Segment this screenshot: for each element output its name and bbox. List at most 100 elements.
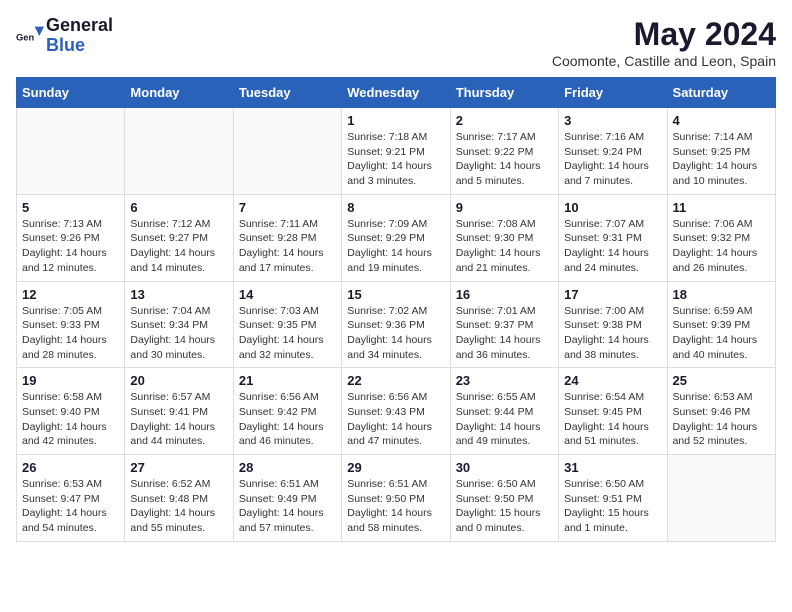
day-number: 10: [564, 200, 661, 215]
day-number: 28: [239, 460, 336, 475]
day-info: Sunrise: 7:05 AMSunset: 9:33 PMDaylight:…: [22, 304, 119, 363]
logo-icon: Gen: [16, 22, 44, 50]
day-info: Sunrise: 7:01 AMSunset: 9:37 PMDaylight:…: [456, 304, 553, 363]
day-number: 23: [456, 373, 553, 388]
day-number: 24: [564, 373, 661, 388]
day-cell: [233, 108, 341, 195]
logo-text: General Blue: [46, 16, 113, 56]
day-number: 18: [673, 287, 770, 302]
day-info: Sunrise: 6:53 AMSunset: 9:46 PMDaylight:…: [673, 390, 770, 449]
day-cell: 2Sunrise: 7:17 AMSunset: 9:22 PMDaylight…: [450, 108, 558, 195]
day-cell: 29Sunrise: 6:51 AMSunset: 9:50 PMDayligh…: [342, 455, 450, 542]
day-cell: [17, 108, 125, 195]
day-number: 25: [673, 373, 770, 388]
day-info: Sunrise: 7:02 AMSunset: 9:36 PMDaylight:…: [347, 304, 444, 363]
day-cell: 21Sunrise: 6:56 AMSunset: 9:42 PMDayligh…: [233, 368, 341, 455]
day-info: Sunrise: 7:03 AMSunset: 9:35 PMDaylight:…: [239, 304, 336, 363]
location-text: Coomonte, Castille and Leon, Spain: [552, 53, 776, 69]
day-number: 4: [673, 113, 770, 128]
calendar-body: 1Sunrise: 7:18 AMSunset: 9:21 PMDaylight…: [17, 108, 776, 542]
day-number: 21: [239, 373, 336, 388]
day-info: Sunrise: 6:50 AMSunset: 9:50 PMDaylight:…: [456, 477, 553, 536]
day-cell: 1Sunrise: 7:18 AMSunset: 9:21 PMDaylight…: [342, 108, 450, 195]
logo-blue-text: Blue: [46, 36, 113, 56]
day-cell: 3 Sunrise: 7:16 AMSunset: 9:24 PMDaylight…: [559, 108, 667, 195]
day-number: 7: [239, 200, 336, 215]
week-row-0: 1Sunrise: 7:18 AMSunset: 9:21 PMDaylight…: [17, 108, 776, 195]
day-cell: 9 Sunrise: 7:08 AMSunset: 9:30 PMDaylight…: [450, 194, 558, 281]
day-number: 16: [456, 287, 553, 302]
day-info: Sunrise: 6:51 AMSunset: 9:49 PMDaylight:…: [239, 477, 336, 536]
weekday-header-row: SundayMondayTuesdayWednesdayThursdayFrid…: [17, 78, 776, 108]
day-number: 9: [456, 200, 553, 215]
calendar-table: SundayMondayTuesdayWednesdayThursdayFrid…: [16, 77, 776, 542]
day-cell: 26 Sunrise: 6:53 AMSunset: 9:47 PMDayligh…: [17, 455, 125, 542]
day-number: 8: [347, 200, 444, 215]
day-number: 17: [564, 287, 661, 302]
week-row-2: 12 Sunrise: 7:05 AMSunset: 9:33 PMDayligh…: [17, 281, 776, 368]
day-info: Sunrise: 6:57 AMSunset: 9:41 PMDaylight:…: [130, 390, 227, 449]
day-number: 11: [673, 200, 770, 215]
weekday-header-thursday: Thursday: [450, 78, 558, 108]
title-area: May 2024 Coomonte, Castille and Leon, Sp…: [552, 16, 776, 69]
day-cell: 7 Sunrise: 7:11 AMSunset: 9:28 PMDaylight…: [233, 194, 341, 281]
day-info: Sunrise: 7:07 AMSunset: 9:31 PMDaylight:…: [564, 217, 661, 276]
day-info: Sunrise: 7:16 AMSunset: 9:24 PMDaylight:…: [564, 130, 661, 189]
day-cell: 15Sunrise: 7:02 AMSunset: 9:36 PMDayligh…: [342, 281, 450, 368]
header: Gen General Blue May 2024 Coomonte, Cast…: [16, 16, 776, 69]
day-number: 6: [130, 200, 227, 215]
day-cell: 24 Sunrise: 6:54 AMSunset: 9:45 PMDayligh…: [559, 368, 667, 455]
day-cell: 4 Sunrise: 7:14 AMSunset: 9:25 PMDaylight…: [667, 108, 775, 195]
day-cell: 14 Sunrise: 7:03 AMSunset: 9:35 PMDayligh…: [233, 281, 341, 368]
day-cell: 5 Sunrise: 7:13 AMSunset: 9:26 PMDaylight…: [17, 194, 125, 281]
month-title: May 2024: [552, 16, 776, 53]
svg-text:Gen: Gen: [16, 32, 34, 42]
day-cell: 8Sunrise: 7:09 AMSunset: 9:29 PMDaylight…: [342, 194, 450, 281]
day-cell: 23 Sunrise: 6:55 AMSunset: 9:44 PMDayligh…: [450, 368, 558, 455]
day-info: Sunrise: 6:50 AMSunset: 9:51 PMDaylight:…: [564, 477, 661, 536]
day-info: Sunrise: 7:11 AMSunset: 9:28 PMDaylight:…: [239, 217, 336, 276]
day-info: Sunrise: 6:55 AMSunset: 9:44 PMDaylight:…: [456, 390, 553, 449]
day-number: 26: [22, 460, 119, 475]
day-info: Sunrise: 6:58 AMSunset: 9:40 PMDaylight:…: [22, 390, 119, 449]
day-cell: 20 Sunrise: 6:57 AMSunset: 9:41 PMDayligh…: [125, 368, 233, 455]
logo-general-text: General: [46, 16, 113, 36]
day-cell: 12 Sunrise: 7:05 AMSunset: 9:33 PMDayligh…: [17, 281, 125, 368]
day-cell: 11 Sunrise: 7:06 AMSunset: 9:32 PMDayligh…: [667, 194, 775, 281]
day-info: Sunrise: 7:14 AMSunset: 9:25 PMDaylight:…: [673, 130, 770, 189]
day-cell: 31 Sunrise: 6:50 AMSunset: 9:51 PMDayligh…: [559, 455, 667, 542]
day-cell: 30 Sunrise: 6:50 AMSunset: 9:50 PMDayligh…: [450, 455, 558, 542]
day-info: Sunrise: 7:00 AMSunset: 9:38 PMDaylight:…: [564, 304, 661, 363]
day-cell: 18Sunrise: 6:59 AMSunset: 9:39 PMDayligh…: [667, 281, 775, 368]
day-cell: 10 Sunrise: 7:07 AMSunset: 9:31 PMDayligh…: [559, 194, 667, 281]
weekday-header-tuesday: Tuesday: [233, 78, 341, 108]
weekday-header-wednesday: Wednesday: [342, 78, 450, 108]
weekday-header-sunday: Sunday: [17, 78, 125, 108]
day-cell: [125, 108, 233, 195]
day-cell: 17 Sunrise: 7:00 AMSunset: 9:38 PMDayligh…: [559, 281, 667, 368]
week-row-4: 26 Sunrise: 6:53 AMSunset: 9:47 PMDayligh…: [17, 455, 776, 542]
day-info: Sunrise: 7:18 AMSunset: 9:21 PMDaylight:…: [347, 130, 444, 189]
day-number: 20: [130, 373, 227, 388]
day-number: 5: [22, 200, 119, 215]
day-cell: 25 Sunrise: 6:53 AMSunset: 9:46 PMDayligh…: [667, 368, 775, 455]
day-number: 3: [564, 113, 661, 128]
day-cell: 19Sunrise: 6:58 AMSunset: 9:40 PMDayligh…: [17, 368, 125, 455]
day-info: Sunrise: 7:08 AMSunset: 9:30 PMDaylight:…: [456, 217, 553, 276]
day-number: 31: [564, 460, 661, 475]
day-number: 14: [239, 287, 336, 302]
day-info: Sunrise: 6:54 AMSunset: 9:45 PMDaylight:…: [564, 390, 661, 449]
day-number: 30: [456, 460, 553, 475]
day-number: 2: [456, 113, 553, 128]
day-cell: 16 Sunrise: 7:01 AMSunset: 9:37 PMDayligh…: [450, 281, 558, 368]
day-cell: 28 Sunrise: 6:51 AMSunset: 9:49 PMDayligh…: [233, 455, 341, 542]
day-number: 12: [22, 287, 119, 302]
day-info: Sunrise: 6:52 AMSunset: 9:48 PMDaylight:…: [130, 477, 227, 536]
weekday-header-friday: Friday: [559, 78, 667, 108]
day-info: Sunrise: 7:13 AMSunset: 9:26 PMDaylight:…: [22, 217, 119, 276]
day-info: Sunrise: 7:06 AMSunset: 9:32 PMDaylight:…: [673, 217, 770, 276]
day-info: Sunrise: 6:51 AMSunset: 9:50 PMDaylight:…: [347, 477, 444, 536]
weekday-header-monday: Monday: [125, 78, 233, 108]
day-info: Sunrise: 6:53 AMSunset: 9:47 PMDaylight:…: [22, 477, 119, 536]
day-number: 27: [130, 460, 227, 475]
